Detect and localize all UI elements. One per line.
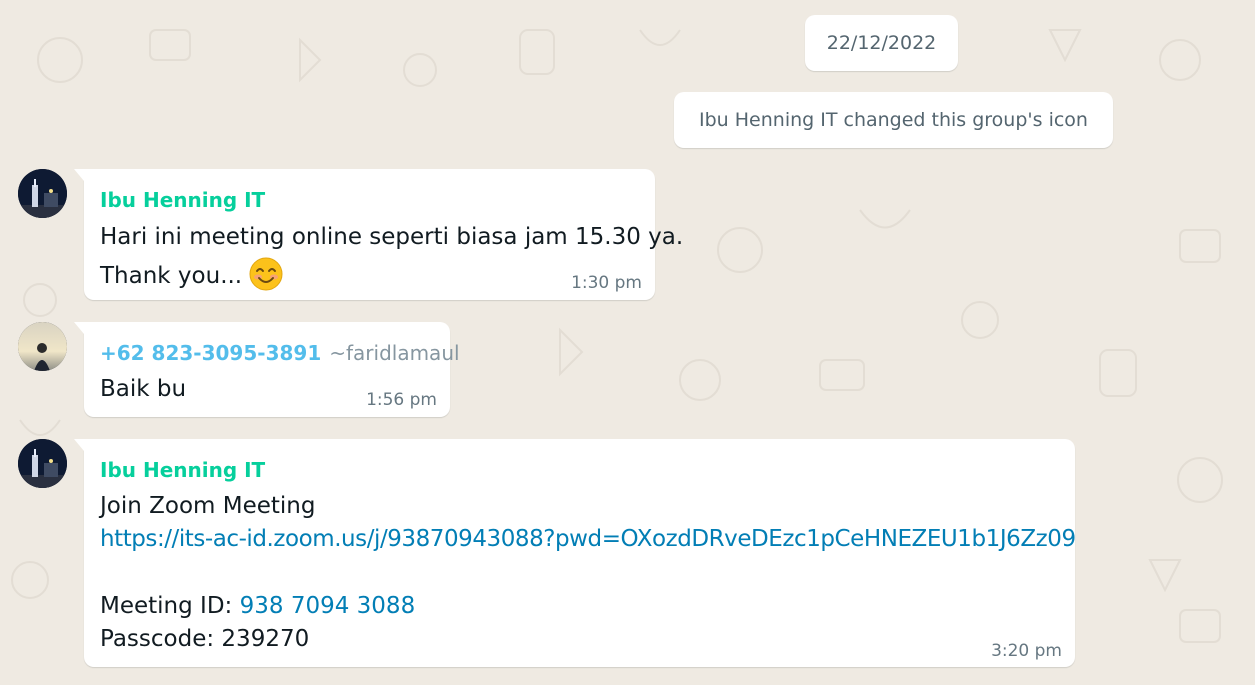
message-text-line: Join Zoom Meeting: [100, 493, 316, 519]
avatar-icon: [18, 322, 67, 371]
avatar-icon: [18, 169, 67, 218]
smiling-face-icon: [249, 257, 283, 291]
sender-avatar[interactable]: [18, 322, 67, 371]
message-text-line: Thank you...: [100, 257, 283, 291]
sender-phone[interactable]: +62 823-3095-3891: [100, 341, 321, 365]
sender-avatar[interactable]: [18, 439, 67, 488]
date-chip: 22/12/2022: [805, 15, 958, 71]
meeting-id-label: Meeting ID:: [100, 593, 240, 619]
sender-avatar[interactable]: [18, 169, 67, 218]
sender-handle: ~faridlamaul: [329, 341, 460, 365]
message-sender[interactable]: +62 823-3095-3891 ~faridlamaul: [100, 341, 460, 365]
message-time: 1:56 pm: [366, 390, 437, 410]
message-text: Thank you...: [100, 263, 243, 289]
system-message: Ibu Henning IT changed this group's icon: [674, 92, 1113, 148]
zoom-meeting-link[interactable]: https://its-ac-id.zoom.us/j/93870943088?…: [100, 526, 1076, 552]
message-bubble[interactable]: Ibu Henning IT Hari ini meeting online s…: [74, 169, 683, 300]
message-sender[interactable]: Ibu Henning IT: [100, 188, 265, 212]
message-text-line: Passcode: 239270: [100, 626, 310, 652]
avatar-icon: [18, 439, 67, 488]
message-bubble[interactable]: Ibu Henning IT Join Zoom Meeting https:/…: [74, 439, 1076, 667]
message-time: 1:30 pm: [571, 273, 642, 293]
message-bubble[interactable]: +62 823-3095-3891 ~faridlamaul Baik bu 1:…: [74, 322, 460, 417]
message-text-line: Baik bu: [100, 376, 187, 402]
message-text-line: Hari ini meeting online seperti biasa ja…: [100, 224, 684, 250]
message-text-line: Meeting ID: 938 7094 3088: [100, 593, 415, 619]
message-time: 3:20 pm: [991, 641, 1062, 661]
meeting-id-link[interactable]: 938 7094 3088: [240, 593, 416, 619]
message-sender[interactable]: Ibu Henning IT: [100, 458, 265, 482]
